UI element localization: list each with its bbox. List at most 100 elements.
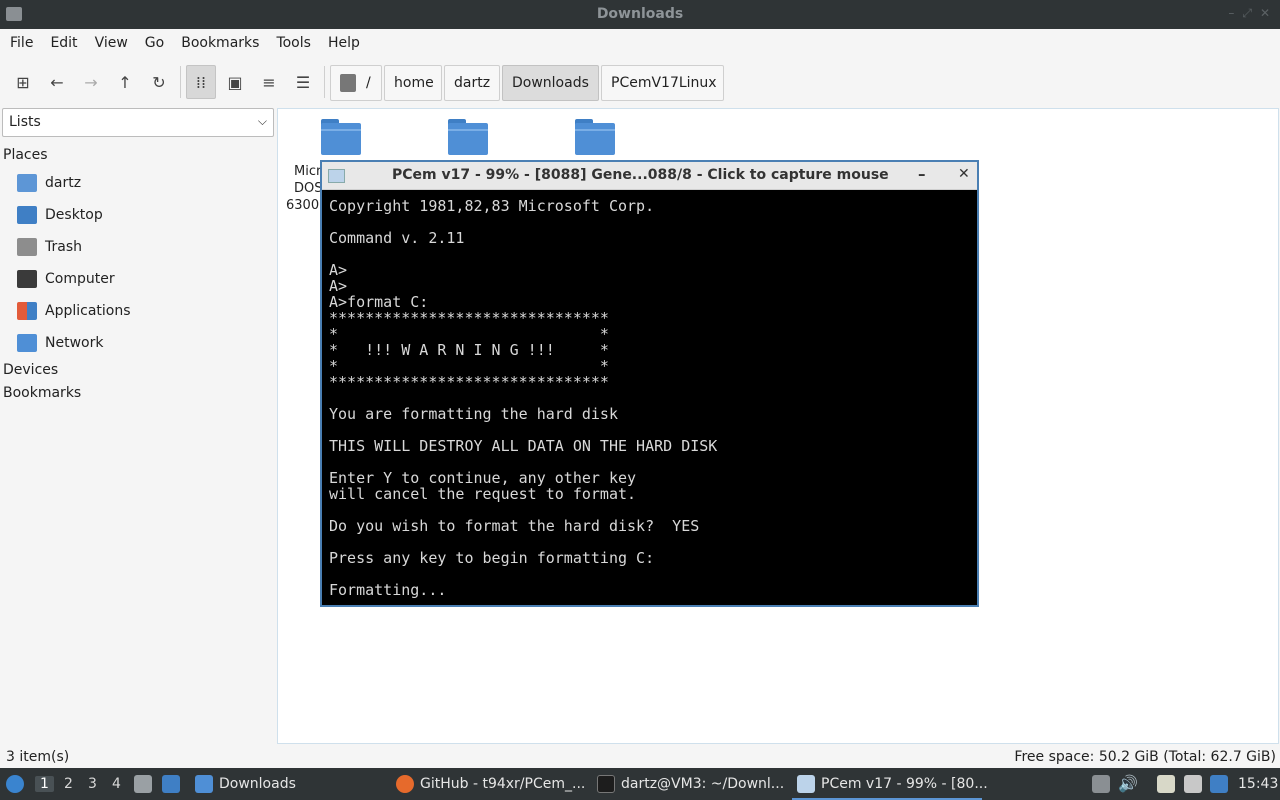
file-manager-launcher[interactable]: [134, 768, 158, 800]
free-space: Free space: 50.2 GiB (Total: 62.7 GiB): [1014, 749, 1276, 765]
screen-line: [329, 534, 969, 550]
close-icon[interactable]: ✕: [1260, 6, 1270, 21]
new-tab-icon[interactable]: ⊞: [8, 65, 38, 99]
workspace-3[interactable]: 3: [88, 776, 97, 792]
breadcrumb-pcemv17linux[interactable]: PCemV17Linux: [601, 65, 724, 101]
devices-heading[interactable]: Devices: [3, 362, 58, 378]
select-value: Lists: [9, 114, 41, 130]
screen-line: [329, 566, 969, 582]
toolbar: ⊞ ← → ↑ ↻ ⁞⁞ ▣ ≡ ☰ / home dartz Download…: [0, 62, 1280, 104]
notes-icon[interactable]: [1092, 775, 1110, 793]
pcem-titlebar[interactable]: PCem v17 - 99% - [8088] Gene...088/8 - C…: [322, 162, 977, 190]
folder-icon[interactable]: [321, 119, 361, 155]
minimize-icon[interactable]: –: [1228, 6, 1234, 21]
menu-bookmarks[interactable]: Bookmarks: [181, 35, 269, 51]
status-bar: 3 item(s) Free space: 50.2 GiB (Total: 6…: [0, 748, 1280, 768]
sidebar-item-dartz[interactable]: dartz: [17, 170, 81, 196]
task-label: Downloads: [219, 776, 296, 792]
menu-file[interactable]: File: [10, 35, 43, 51]
menu-go[interactable]: Go: [145, 35, 174, 51]
screen-line: THIS WILL DESTROY ALL DATA ON THE HARD D…: [329, 437, 718, 455]
menu-help[interactable]: Help: [328, 35, 370, 51]
screen-line: [329, 454, 969, 470]
back-icon[interactable]: ←: [42, 65, 72, 99]
task-label: GitHub - t94xr/PCem_...: [420, 776, 586, 792]
workspace-2[interactable]: 2: [64, 776, 73, 792]
pcem-window[interactable]: PCem v17 - 99% - [8088] Gene...088/8 - C…: [320, 160, 979, 607]
sidebar-item-label: Trash: [45, 239, 82, 255]
network-icon[interactable]: [1184, 775, 1202, 793]
close-icon[interactable]: ✕: [958, 166, 970, 182]
breadcrumb-home[interactable]: home: [384, 65, 442, 101]
sidebar-item-label: Network: [45, 335, 104, 351]
breadcrumb-downloads[interactable]: Downloads: [502, 65, 599, 101]
reload-icon[interactable]: ↻: [144, 65, 174, 99]
network-icon: [17, 334, 37, 352]
menu-tools[interactable]: Tools: [276, 35, 321, 51]
screen-line: Copyright 1981,82,83 Microsoft Corp.: [329, 197, 655, 215]
maximize-icon[interactable]: ⤢: [1242, 6, 1252, 21]
sidebar-item-applications[interactable]: Applications: [17, 298, 131, 324]
screen-line: [329, 422, 969, 438]
breadcrumb-label: home: [394, 75, 434, 91]
workspace-4[interactable]: 4: [112, 776, 121, 792]
drive-icon: [340, 74, 356, 92]
menu-edit[interactable]: Edit: [50, 35, 87, 51]
update-notifier-icon[interactable]: [1210, 775, 1228, 793]
screen-line: *******************************: [329, 373, 609, 391]
menu-bar: File Edit View Go Bookmarks Tools Help: [0, 29, 1280, 57]
start-menu-icon: [6, 775, 24, 793]
toolbar-separator: [324, 66, 325, 98]
screen-line: Enter Y to continue, any other key: [329, 469, 637, 487]
places-heading[interactable]: Places: [3, 147, 48, 163]
thumbnail-view-icon[interactable]: ▣: [220, 65, 250, 99]
screen-line: [329, 214, 969, 230]
window-controls: – ⤢ ✕: [1228, 6, 1270, 21]
folder-icon[interactable]: [448, 119, 488, 155]
side-pane-mode-select[interactable]: Lists ⌵: [2, 108, 274, 137]
firefox-icon: [396, 775, 414, 793]
trash-icon: [17, 238, 37, 256]
minimize-icon[interactable]: –: [918, 165, 926, 183]
applications-icon: [17, 302, 37, 320]
breadcrumb-label: dartz: [454, 75, 491, 91]
clipboard-icon[interactable]: [1157, 775, 1175, 793]
up-icon[interactable]: ↑: [110, 65, 140, 99]
window-title: Downloads: [596, 6, 684, 22]
icon-view-icon[interactable]: ⁞⁞: [186, 65, 216, 99]
task-github-firefox[interactable]: GitHub - t94xr/PCem_...: [396, 768, 585, 800]
detailed-list-icon[interactable]: ☰: [288, 65, 318, 99]
compact-view-icon[interactable]: ≡: [254, 65, 284, 99]
screen-line: Press any key to begin formatting C:: [329, 549, 655, 567]
emulator-screen[interactable]: Copyright 1981,82,83 Microsoft Corp. Comm…: [329, 198, 969, 602]
task-terminal[interactable]: dartz@VM3: ~/Downl...: [597, 768, 784, 800]
volume-icon[interactable]: 🔊: [1118, 774, 1138, 793]
sidebar: Lists ⌵ Places dartz Desktop Trash Compu…: [0, 108, 276, 744]
folder-icon[interactable]: [575, 119, 615, 155]
screen-line: * *: [329, 325, 609, 343]
breadcrumb-dartz[interactable]: dartz: [444, 65, 500, 101]
pcem-title: PCem v17 - 99% - [8088] Gene...088/8 - C…: [392, 167, 889, 183]
workspace-1[interactable]: 1: [35, 776, 54, 792]
screen-line: You are formatting the hard disk: [329, 405, 618, 423]
forward-icon[interactable]: →: [76, 65, 106, 99]
breadcrumb-label: /: [366, 75, 371, 91]
pcem-app-icon: [797, 775, 815, 793]
breadcrumb-root[interactable]: /: [330, 65, 382, 101]
task-downloads[interactable]: Downloads: [195, 768, 296, 800]
menu-view[interactable]: View: [95, 35, 138, 51]
clock[interactable]: 15:43: [1238, 768, 1278, 800]
home-folder-icon: [17, 174, 37, 192]
sidebar-item-label: Desktop: [45, 207, 103, 223]
bookmarks-heading[interactable]: Bookmarks: [3, 385, 81, 401]
terminal-icon: [597, 775, 615, 793]
sidebar-item-computer[interactable]: Computer: [17, 266, 115, 292]
sidebar-item-network[interactable]: Network: [17, 330, 103, 356]
taskbar: 1 2 3 4 Downloads GitHub - t94xr/PCem_..…: [0, 768, 1280, 800]
start-menu-button[interactable]: [6, 768, 30, 800]
breadcrumb-label: Downloads: [512, 75, 589, 91]
task-pcem[interactable]: PCem v17 - 99% - [80...: [797, 768, 988, 800]
show-desktop-launcher[interactable]: [162, 768, 186, 800]
sidebar-item-desktop[interactable]: Desktop: [17, 202, 103, 228]
sidebar-item-trash[interactable]: Trash: [17, 234, 82, 260]
